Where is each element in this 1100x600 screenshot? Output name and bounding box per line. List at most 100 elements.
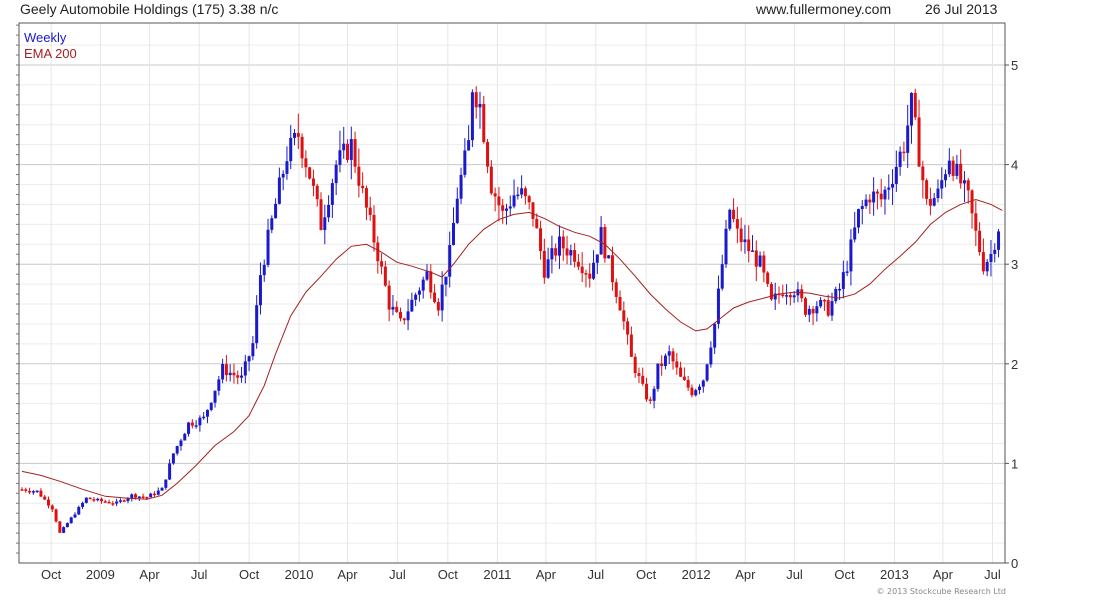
candle-body	[190, 422, 194, 426]
candle-body	[909, 92, 913, 126]
candle-body	[383, 266, 387, 286]
candle-body	[171, 453, 175, 464]
candle-body	[732, 209, 736, 220]
candle-body	[535, 218, 539, 229]
candle-body	[557, 236, 561, 256]
candle-body	[754, 250, 758, 267]
candle-body	[376, 242, 380, 262]
candle-body	[35, 490, 39, 493]
candle-body	[380, 261, 384, 267]
candle-body	[981, 252, 985, 272]
candle-body	[592, 262, 596, 279]
candle-body	[864, 199, 868, 207]
candle-body	[168, 463, 172, 480]
candle-body	[258, 275, 262, 306]
candle-body	[156, 490, 160, 495]
candle-body	[429, 271, 433, 293]
candle-body	[978, 230, 982, 253]
candle-body	[682, 376, 686, 380]
candle-body	[527, 196, 531, 203]
candle-body	[705, 364, 709, 381]
candle-body	[440, 284, 444, 311]
candle-body	[618, 296, 622, 311]
candle-body	[838, 288, 842, 291]
candle-body	[221, 364, 225, 380]
x-tick-label: 2010	[285, 567, 314, 582]
candle-body	[39, 490, 43, 497]
candle-body	[467, 140, 471, 151]
candle-body	[46, 499, 50, 506]
candle-body	[236, 375, 240, 378]
candle-body	[709, 347, 713, 365]
candle-body	[883, 189, 887, 200]
candle-body	[281, 173, 285, 178]
candle-body	[152, 493, 156, 496]
candle-body	[891, 183, 895, 188]
candle-body	[493, 193, 497, 197]
candle-body	[115, 501, 119, 504]
candle-body	[921, 166, 925, 181]
candle-body	[175, 446, 179, 454]
candle-body	[974, 213, 978, 231]
candle-body	[122, 500, 126, 502]
copyright: © 2013 Stockcube Research Ltd	[876, 587, 1006, 596]
x-tick-label: Apr	[536, 567, 557, 582]
candle-body	[811, 308, 815, 314]
candle-body	[962, 180, 966, 184]
candle-body	[342, 143, 346, 151]
candle-body	[834, 288, 838, 302]
x-tick-label: Apr	[735, 567, 756, 582]
candle-body	[243, 361, 247, 376]
x-tick-label: Jul	[786, 567, 803, 582]
candle-body	[425, 271, 429, 280]
candle-body	[111, 503, 115, 505]
candle-body	[800, 289, 804, 299]
candle-body	[849, 239, 853, 272]
price-chart: Oct 2009 Apr Jul Oct 2010 Apr Jul Oct 2011 Apr Jul O…	[16, 22, 1018, 582]
candle-body	[463, 150, 467, 175]
candle-body	[652, 388, 656, 401]
candle-body	[610, 255, 614, 283]
x-tick-label: 2009	[86, 567, 115, 582]
candle-body	[698, 386, 702, 391]
candle-body	[81, 502, 85, 507]
candle-body	[724, 228, 728, 265]
candle-body	[531, 202, 535, 219]
candle-body	[803, 298, 807, 315]
candle-body	[997, 231, 1001, 250]
candle-body	[77, 506, 81, 515]
candle-body	[508, 206, 512, 209]
candle-body	[743, 239, 747, 243]
candle-body	[65, 523, 69, 528]
candle-body	[247, 356, 251, 362]
candle-body	[936, 188, 940, 199]
candle-body	[24, 489, 28, 491]
candle-body	[92, 499, 96, 501]
candle-body	[648, 399, 652, 401]
candle-body	[277, 177, 281, 204]
candle-body	[588, 273, 592, 279]
x-tick-label: Jul	[587, 567, 604, 582]
candle-body	[240, 375, 244, 378]
candle-body	[853, 227, 857, 240]
y-tick-label: 4	[1011, 158, 1018, 173]
candle-body	[879, 193, 883, 200]
x-tick-label: Oct	[834, 567, 855, 582]
candle-body	[96, 498, 100, 501]
candle-body	[69, 517, 73, 524]
candle-body	[917, 117, 921, 167]
candle-body	[520, 188, 524, 195]
candle-body	[928, 198, 932, 206]
candle-body	[932, 198, 936, 206]
candle-body	[304, 158, 308, 168]
candle-body	[841, 272, 845, 289]
legend-weekly: Weekly	[24, 30, 67, 45]
candle-body	[444, 276, 448, 285]
x-tick-label: 2013	[880, 567, 909, 582]
candle-body	[266, 229, 270, 265]
candle-body	[860, 206, 864, 210]
candle-body	[769, 283, 773, 300]
candle-body	[701, 380, 705, 387]
candle-body	[164, 479, 168, 488]
candle-body	[679, 367, 683, 377]
